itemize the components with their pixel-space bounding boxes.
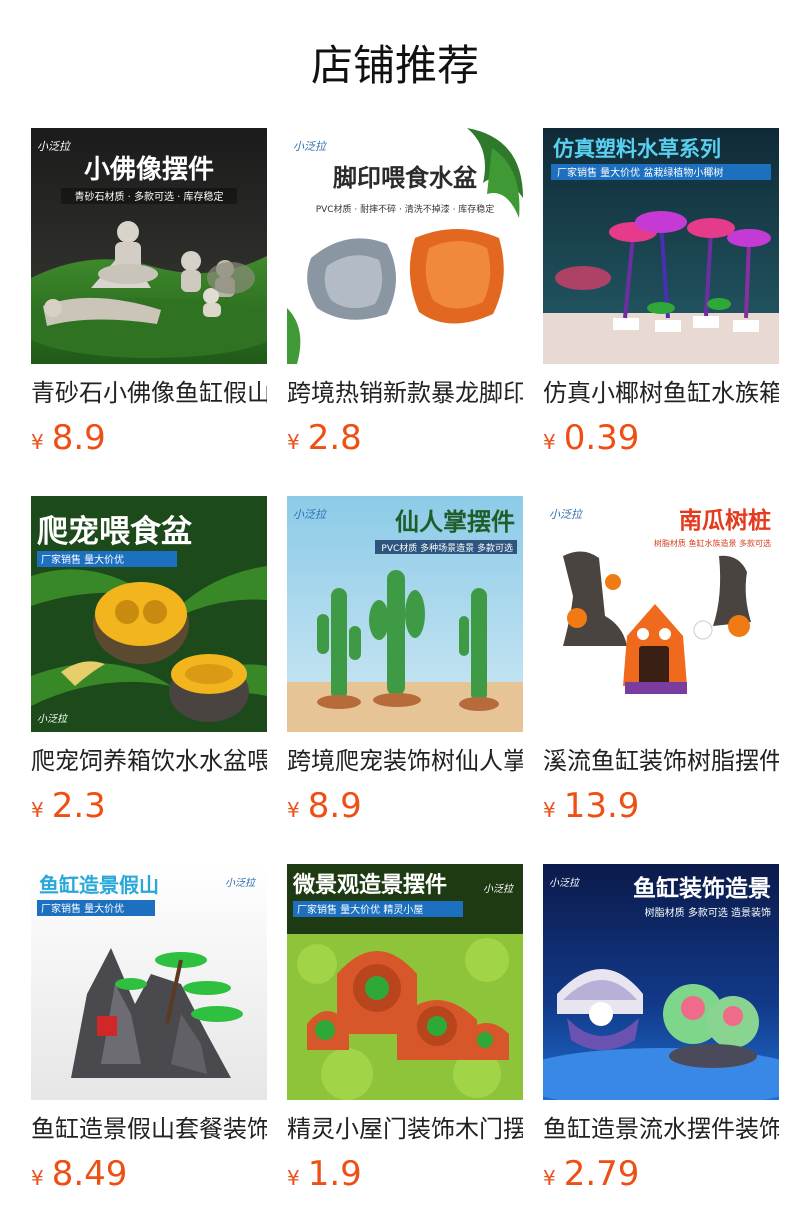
price-amount: 0.39 (563, 418, 640, 458)
product-image[interactable]: 小泛拉 小佛像摆件 青砂石材质 · 多款可选 · 库存稳定 (31, 128, 267, 364)
product-image[interactable]: 小泛拉 鱼缸装饰造景 树脂材质 多款可选 造景装饰 (543, 864, 779, 1100)
currency-symbol: ¥ (31, 798, 44, 822)
brand-logo: 小泛拉 (483, 883, 515, 895)
image-subtitle: 树脂材质 鱼缸水族造景 多款可选 (654, 538, 771, 548)
product-card[interactable]: 小泛拉 南瓜树桩 树脂材质 鱼缸水族造景 多款可选 溪流鱼缸装饰树脂摆件南瓜 ¥… (543, 496, 779, 832)
product-card[interactable]: 小泛拉 仙人掌摆件 PVC材质 多种场景造景 多款可选 跨境爬宠装饰树仙人掌摆件… (287, 496, 523, 832)
store-recommendation-page: 店铺推荐 小泛拉 小佛像摆件 青砂石材质 · 多款可选 · 库存稳定 青砂石小佛… (0, 0, 790, 1232)
image-subtitle: 厂家销售 量大价优 盆栽绿植物小椰树 (557, 166, 723, 179)
product-name[interactable]: 跨境热销新款暴龙脚印喂食水盆 (287, 376, 523, 410)
product-price: ¥13.9 (543, 786, 639, 826)
product-price: ¥8.9 (287, 786, 362, 826)
product-name[interactable]: 仿真小椰树鱼缸水族箱造景 (543, 376, 779, 410)
price-amount: 2.8 (307, 418, 362, 458)
product-price: ¥2.79 (543, 1154, 639, 1194)
price-amount: 13.9 (563, 786, 640, 826)
product-image[interactable]: 仿真塑料水草系列 厂家销售 量大价优 盆栽绿植物小椰树 (543, 128, 779, 364)
image-title: 小佛像摆件 (84, 155, 214, 185)
image-subtitle: 树脂材质 多款可选 造景装饰 (645, 906, 771, 919)
image-title: 仙人掌摆件 (395, 508, 515, 536)
brand-logo: 小泛拉 (37, 140, 72, 153)
product-card[interactable]: 爬宠喂食盆 厂家销售 量大价优 小泛拉 爬宠饲养箱饮水水盆喂食盆 ¥2.3 (31, 496, 267, 832)
currency-symbol: ¥ (287, 1166, 300, 1190)
image-subtitle: PVC材质 · 耐摔不碎 · 清洗不掉漆 · 库存稳定 (316, 203, 495, 215)
product-image[interactable]: 小泛拉 仙人掌摆件 PVC材质 多种场景造景 多款可选 (287, 496, 523, 732)
currency-symbol: ¥ (543, 430, 556, 454)
product-image[interactable]: 小泛拉 脚印喂食水盆 PVC材质 · 耐摔不碎 · 清洗不掉漆 · 库存稳定 (287, 128, 523, 364)
product-image[interactable]: 小泛拉 南瓜树桩 树脂材质 鱼缸水族造景 多款可选 (543, 496, 779, 732)
page-title: 店铺推荐 (310, 41, 479, 90)
price-amount: 8.9 (307, 786, 362, 826)
price-amount: 1.9 (307, 1154, 362, 1194)
product-card[interactable]: 小泛拉 脚印喂食水盆 PVC材质 · 耐摔不碎 · 清洗不掉漆 · 库存稳定 跨… (287, 128, 523, 464)
product-price: ¥8.9 (31, 418, 106, 458)
image-title: 南瓜树桩 (679, 507, 771, 534)
image-subtitle: 厂家销售 量大价优 (41, 553, 124, 566)
currency-symbol: ¥ (287, 430, 300, 454)
product-card[interactable]: 小泛拉 鱼缸装饰造景 树脂材质 多款可选 造景装饰 鱼缸造景流水摆件装饰贝壳 ¥… (543, 864, 779, 1200)
product-name[interactable]: 爬宠饲养箱饮水水盆喂食盆 (31, 744, 267, 778)
image-title: 仿真塑料水草系列 (553, 137, 721, 161)
currency-symbol: ¥ (287, 798, 300, 822)
product-image[interactable]: 爬宠喂食盆 厂家销售 量大价优 小泛拉 (31, 496, 267, 732)
product-price: ¥8.49 (31, 1154, 127, 1194)
price-amount: 8.9 (51, 418, 106, 458)
product-name[interactable]: 跨境爬宠装饰树仙人掌摆件 (287, 744, 523, 778)
brand-logo: 小泛拉 (225, 877, 257, 889)
product-price: ¥1.9 (287, 1154, 362, 1194)
brand-logo: 小泛拉 (549, 877, 581, 889)
product-name[interactable]: 溪流鱼缸装饰树脂摆件南瓜 (543, 744, 779, 778)
brand-logo: 小泛拉 (293, 508, 328, 521)
brand-logo: 小泛拉 (37, 713, 69, 725)
image-title: 鱼缸装饰造景 (633, 875, 771, 902)
product-name[interactable]: 鱼缸造景流水摆件装饰贝壳 (543, 1112, 779, 1146)
image-subtitle: 青砂石材质 · 多款可选 · 库存稳定 (74, 190, 223, 203)
image-subtitle: PVC材质 多种场景造景 多款可选 (381, 542, 513, 554)
currency-symbol: ¥ (31, 430, 44, 454)
product-name[interactable]: 青砂石小佛像鱼缸假山装饰 (31, 376, 267, 410)
image-subtitle: 厂家销售 量大价优 (41, 902, 124, 915)
product-image[interactable]: 微景观造景摆件 厂家销售 量大价优 精灵小屋 小泛拉 (287, 864, 523, 1100)
product-card[interactable]: 小泛拉 小佛像摆件 青砂石材质 · 多款可选 · 库存稳定 青砂石小佛像鱼缸假山… (31, 128, 267, 464)
currency-symbol: ¥ (31, 1166, 44, 1190)
currency-symbol: ¥ (543, 798, 556, 822)
image-title: 微景观造景摆件 (292, 872, 447, 898)
product-card[interactable]: 微景观造景摆件 厂家销售 量大价优 精灵小屋 小泛拉 精灵小屋门装饰木门摆件 ¥… (287, 864, 523, 1200)
product-price: ¥2.8 (287, 418, 362, 458)
product-price: ¥2.3 (31, 786, 106, 826)
product-image[interactable]: 鱼缸造景假山 厂家销售 量大价优 小泛拉 (31, 864, 267, 1100)
price-amount: 2.79 (563, 1154, 640, 1194)
product-grid: 小泛拉 小佛像摆件 青砂石材质 · 多款可选 · 库存稳定 青砂石小佛像鱼缸假山… (31, 128, 779, 1200)
price-amount: 2.3 (51, 786, 106, 826)
image-subtitle: 厂家销售 量大价优 精灵小屋 (297, 903, 423, 916)
price-amount: 8.49 (51, 1154, 128, 1194)
product-name[interactable]: 精灵小屋门装饰木门摆件 (287, 1112, 523, 1146)
brand-logo: 小泛拉 (549, 508, 584, 521)
currency-symbol: ¥ (543, 1166, 556, 1190)
product-price: ¥0.39 (543, 418, 639, 458)
product-card[interactable]: 鱼缸造景假山 厂家销售 量大价优 小泛拉 鱼缸造景假山套餐装饰摆件 ¥8.49 (31, 864, 267, 1200)
product-name[interactable]: 鱼缸造景假山套餐装饰摆件 (31, 1112, 267, 1146)
product-card[interactable]: 仿真塑料水草系列 厂家销售 量大价优 盆栽绿植物小椰树 仿真小椰树鱼缸水族箱造景… (543, 128, 779, 464)
brand-logo: 小泛拉 (293, 140, 328, 153)
image-title: 爬宠喂食盆 (37, 514, 192, 550)
image-title: 脚印喂食水盆 (333, 164, 478, 192)
image-title: 鱼缸造景假山 (39, 873, 159, 897)
